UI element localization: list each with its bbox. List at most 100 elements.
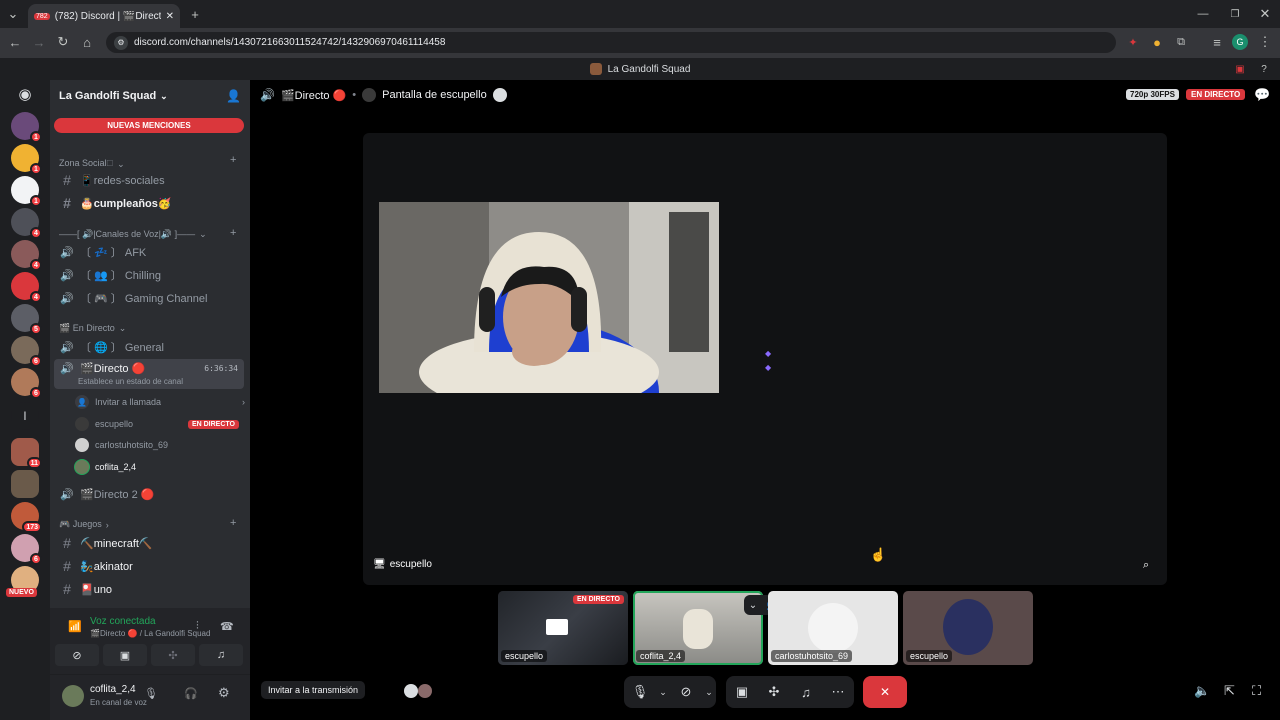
tab-search-icon[interactable]: ⌄ [4,5,22,23]
extensions-puzzle-icon[interactable]: ⧉ [1172,33,1190,51]
category-directo[interactable]: 🎬 En Directo ⌄ [59,323,126,334]
camera-toggle-button[interactable]: ⊘ [55,644,99,666]
channel-general[interactable]: 🔊 〔 🌐 〕 General [54,337,244,357]
tile-label: carlostuhotsito_69 [771,650,853,662]
soundboard-button[interactable]: ♫ [790,676,822,708]
server-icon-11[interactable] [11,470,39,498]
extension-icon[interactable]: ✦ [1124,33,1142,51]
headphones-icon[interactable]: 🎧 [184,687,198,700]
channel-cumpleanos[interactable]: # 🎂cumpleaños🥳 [54,193,244,213]
new-tab-icon[interactable]: + [186,5,204,23]
server-icon-4[interactable]: 4 [11,208,42,239]
voice-user-coflita[interactable]: coflita_2,4 [75,457,245,477]
invite-stream-button[interactable]: Invitar a la transmisión [261,681,366,699]
fullscreen-icon[interactable]: ⛶ [1252,683,1261,699]
profile-avatar[interactable]: G [1232,34,1248,50]
channel-directo-active[interactable]: 🔊 🎬Directo 🔴 6:36:34 Establece un estado… [54,359,244,389]
screen-share-indicator-icon[interactable]: ▣ [1232,61,1248,77]
media-controls-icon[interactable]: ≡ [1208,33,1226,51]
server-icon-6[interactable]: 4 [11,272,42,303]
screen-share-button[interactable]: ▣ [726,676,758,708]
tile-person [683,609,713,649]
guild-header[interactable]: La Gandolfi Squad ⌄ 👤 [50,80,250,112]
discord-home-icon[interactable]: ◉ [11,80,39,108]
chevron-down-icon[interactable]: ⌄ [702,676,716,708]
noise-suppression-icon[interactable]: ⫶ [196,620,199,633]
server-icon-13[interactable]: 6 [11,534,42,565]
voice-user-escupello[interactable]: escupello EN DIRECTO [75,414,245,434]
channel-directo-2[interactable]: 🔊 🎬Directo 2 🔴 [54,484,244,504]
site-info-icon[interactable]: ⚙ [114,35,128,50]
stop-stream-button[interactable]: ✕ [863,676,907,708]
back-icon[interactable]: ← [6,33,24,51]
url-bar[interactable]: ⚙ discord.com/channels/14307216630115247… [106,32,1116,53]
popout-icon[interactable]: ⇱ [1224,683,1235,699]
channel-uno[interactable]: # 🎴uno [54,579,244,599]
user-avatar[interactable] [62,685,84,707]
home-icon[interactable]: ⌂ [78,33,96,51]
chevron-down-icon[interactable]: ⌄ [656,676,670,708]
forward-icon[interactable]: → [30,33,48,51]
volume-icon[interactable]: 🔈 [1194,683,1210,699]
settings-gear-icon[interactable]: ⚙ [218,685,230,701]
category-voz[interactable]: ——[ 🔊|Canales de Voz|🔊 ]—— ⌄ [59,229,207,240]
server-icon-2[interactable]: 1 [11,144,42,175]
close-window-icon[interactable]: ✕ [1256,5,1274,23]
channel-akinator[interactable]: # 🧞akinator [54,556,244,576]
category-juegos[interactable]: 🎮 Juegos › [59,519,109,530]
help-icon[interactable]: ? [1256,61,1272,77]
more-options-icon[interactable]: ⋯ [822,676,854,708]
avatar [75,438,89,452]
soundboard-button[interactable]: ♫ [199,644,243,666]
voice-location[interactable]: 🎬Directo 🔴 / La Gandolfi Squad [90,629,210,638]
extension-2-icon[interactable]: ● [1148,33,1166,51]
invite-to-call[interactable]: 👤 Invitar a llamada › [75,392,245,412]
reload-icon[interactable]: ↻ [54,33,72,51]
channel-status-link[interactable]: Establece un estado de canal [78,377,183,386]
user-area: coflita_2,4 En canal de voz 🎙 🎧 ⚙ [50,674,250,720]
speaker-icon: 🔊 [60,292,74,305]
disconnect-icon[interactable]: ☎ [220,620,234,633]
channel-afk[interactable]: 🔊 〔 💤 〕 AFK [54,242,244,262]
voice-user-carlos[interactable]: carlostuhotsito_69 [75,435,245,455]
add-channel-icon[interactable]: + [230,227,236,239]
minimize-icon[interactable]: — [1194,5,1212,23]
activities-button[interactable]: ✣ [151,644,195,666]
tab-close-icon[interactable]: ✕ [166,11,174,22]
add-channel-icon[interactable]: + [230,517,236,529]
camera-off-button[interactable]: ⊘ [670,676,702,708]
mic-button[interactable]: 🎙 [624,676,656,708]
restore-icon[interactable]: ❐ [1226,5,1244,23]
channel-chilling[interactable]: 🔊 〔 👥 〕 Chilling [54,265,244,285]
server-icon-letter[interactable]: l [11,402,39,430]
mic-icon[interactable]: 🎙 [144,687,158,700]
zoom-icon[interactable]: ⌕ [1143,559,1149,572]
new-servers-pill[interactable]: NUEVO [6,588,37,597]
screen-share-button[interactable]: ▣ [103,644,147,666]
user-substatus: En canal de voz [90,698,147,707]
add-channel-icon[interactable]: + [230,154,236,166]
server-icon-5[interactable]: 4 [11,240,42,271]
participant-tile[interactable]: carlostuhotsito_69 [768,591,898,665]
participant-tile[interactable]: escupello [903,591,1033,665]
browser-tab[interactable]: 782 (782) Discord | 🎬Directo 🔴 🔘 ✕ [28,4,180,28]
add-friend-icon[interactable]: 👤 [226,89,241,103]
voice-user-name: coflita_2,4 [95,462,137,472]
channel-minecraft[interactable]: # ⛏️minecraft⛏️ [54,533,244,553]
channel-gaming[interactable]: 🔊 〔 🎮 〕 Gaming Channel [54,288,244,308]
server-icon-10[interactable]: 11 [11,438,42,469]
participant-tile[interactable]: EN DIRECTO escupello [498,591,628,665]
new-mentions-bar[interactable]: NUEVAS MENCIONES [54,118,244,133]
server-icon-8[interactable]: 6 [11,336,42,367]
server-icon-7[interactable]: 5 [11,304,42,335]
activities-button[interactable]: ✣ [758,676,790,708]
server-icon-3[interactable]: 1 [11,176,42,207]
server-icon-1[interactable]: 1 [11,112,42,143]
chat-icon[interactable]: 💬 [1254,87,1270,103]
server-icon-12[interactable]: 173 [11,502,42,533]
server-icon-9[interactable]: 6 [11,368,42,399]
stream-viewport[interactable]: ◆ ◆ 🖥 escupello ⌕ [363,133,1167,585]
channel-redes-sociales[interactable]: # 📱redes-sociales [54,170,244,190]
browser-menu-icon[interactable]: ⋮ [1256,33,1274,51]
chevron-down-icon[interactable]: ⌄ [749,600,757,611]
